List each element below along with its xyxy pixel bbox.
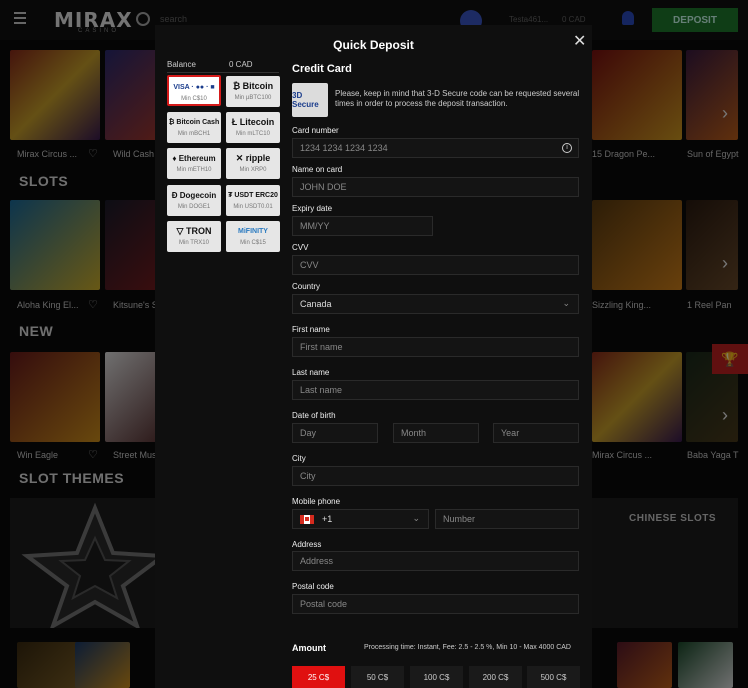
payment-method-card[interactable]: VISA · ●● · ■ Min C$10: [167, 75, 221, 106]
phone-label: Mobile phone: [292, 497, 341, 506]
payment-method-bitcoin-cash[interactable]: ₿ Bitcoin Cash Min mBCH1: [167, 112, 221, 143]
quick-deposit-modal: Quick Deposit ✕ Balance 0 CAD VISA · ●● …: [155, 25, 592, 688]
mifinity-icon: MiFINITY: [238, 228, 268, 235]
first-name-label: First name: [292, 325, 330, 334]
amount-option[interactable]: 500 C$: [527, 666, 580, 688]
ethereum-icon: ♦ Ethereum: [172, 154, 216, 163]
address-input[interactable]: Address: [292, 551, 579, 571]
last-name-label: Last name: [292, 368, 330, 377]
dogecoin-icon: Ð Dogecoin: [171, 191, 217, 200]
close-icon[interactable]: ✕: [573, 31, 586, 51]
payment-method-ripple[interactable]: ✕ ripple Min XRP0: [226, 148, 280, 179]
name-on-card-label: Name on card: [292, 165, 343, 174]
phone-number-input[interactable]: Number: [435, 509, 579, 529]
bitcoin-icon: ₿ Bitcoin: [232, 81, 274, 91]
amount-option[interactable]: 50 C$: [351, 666, 404, 688]
amount-note: Processing time: Instant, Fee: 2.5 - 2.5…: [364, 644, 571, 651]
dob-label: Date of birth: [292, 411, 336, 420]
payment-min: Min XRP0: [239, 167, 267, 173]
postal-code-label: Postal code: [292, 582, 334, 591]
payment-min: Min µBTC100: [234, 95, 272, 101]
usdt-icon: ₮ USDT ERC20: [228, 192, 278, 199]
ripple-icon: ✕ ripple: [235, 153, 271, 163]
last-name-input[interactable]: Last name: [292, 380, 579, 400]
card-number-label: Card number: [292, 126, 339, 135]
dob-month-input[interactable]: Month: [393, 423, 479, 443]
payment-min: Min mETH10: [176, 167, 212, 173]
form-title: Credit Card: [292, 63, 352, 75]
country-select[interactable]: Canada ⌄: [292, 294, 579, 314]
litecoin-icon: Ł Litecoin: [231, 117, 275, 127]
cvv-label: CVV: [292, 243, 309, 252]
divider: [167, 72, 279, 73]
payment-min: Min DOGE1: [177, 204, 211, 210]
payment-min: Min mBCH1: [177, 131, 211, 137]
expiry-label: Expiry date: [292, 204, 333, 213]
name-on-card-input[interactable]: JOHN DOE: [292, 177, 579, 197]
first-name-input[interactable]: First name: [292, 337, 579, 357]
payment-method-dogecoin[interactable]: Ð Dogecoin Min DOGE1: [167, 185, 221, 216]
payment-min: Min C$15: [240, 240, 266, 246]
modal-title: Quick Deposit: [333, 38, 414, 52]
payment-min: Min TRX10: [179, 240, 209, 246]
tron-icon: ▽ TRON: [176, 226, 212, 236]
amount-option[interactable]: 25 C$: [292, 666, 345, 688]
payment-method-litecoin[interactable]: Ł Litecoin Min mLTC10: [226, 112, 280, 143]
3d-secure-icon: 3D Secure: [292, 83, 328, 117]
payment-method-usdt[interactable]: ₮ USDT ERC20 Min USDT0.01: [226, 185, 280, 216]
cvv-input[interactable]: CVV: [292, 255, 579, 275]
payment-method-ethereum[interactable]: ♦ Ethereum Min mETH10: [167, 148, 221, 179]
secure-note: Please, keep in mind that 3-D Secure cod…: [335, 89, 580, 108]
payment-min: Min C$10: [181, 96, 207, 102]
payment-method-mifinity[interactable]: MiFINITY Min C$15: [226, 221, 280, 252]
amount-label: Amount: [292, 643, 326, 653]
amount-option[interactable]: 100 C$: [410, 666, 463, 688]
balance-label: Balance: [167, 60, 196, 69]
dob-day-input[interactable]: Day: [292, 423, 378, 443]
payment-min: Min mLTC10: [236, 131, 270, 137]
card-number-input[interactable]: 1234 1234 1234 1234 i: [292, 138, 579, 158]
bitcoin-cash-icon: ₿ Bitcoin Cash: [168, 119, 220, 126]
payment-min: Min USDT0.01: [233, 204, 273, 210]
balance-value: 0 CAD: [229, 60, 253, 69]
chevron-down-icon: ⌄: [412, 513, 420, 523]
card-logo-icon: VISA · ●● · ■: [173, 84, 215, 91]
amount-option[interactable]: 200 C$: [469, 666, 522, 688]
casino-page: MIRAX CASINO search Testa461... 0 CAD DE…: [0, 0, 748, 688]
country-code-select[interactable]: +1 ⌄: [292, 509, 429, 529]
postal-code-input[interactable]: Postal code: [292, 594, 579, 614]
info-icon[interactable]: i: [562, 143, 572, 153]
country-label: Country: [292, 282, 321, 291]
payment-method-bitcoin[interactable]: ₿ Bitcoin Min µBTC100: [226, 76, 280, 107]
dob-year-input[interactable]: Year: [493, 423, 579, 443]
payment-method-tron[interactable]: ▽ TRON Min TRX10: [167, 221, 221, 252]
city-label: City: [292, 454, 306, 463]
chevron-down-icon: ⌄: [562, 298, 570, 308]
address-label: Address: [292, 540, 322, 549]
expiry-input[interactable]: MM/YY: [292, 216, 433, 236]
canada-flag-icon: [300, 514, 314, 524]
city-input[interactable]: City: [292, 466, 579, 486]
